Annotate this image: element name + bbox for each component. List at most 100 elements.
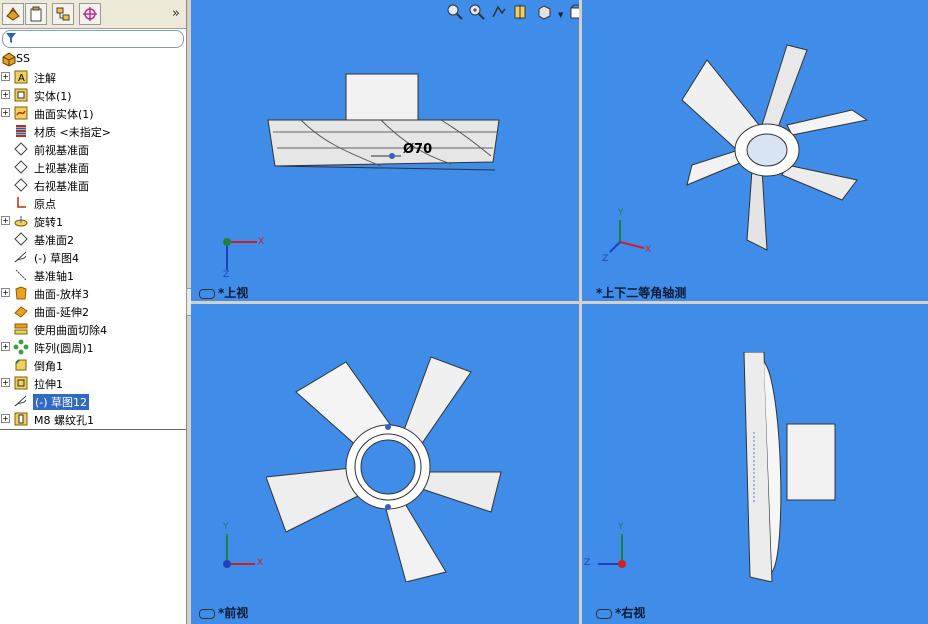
tree-item-label: 倒角1 [34, 360, 63, 373]
viewport-right[interactable]: Y Z *右视 [582, 304, 928, 624]
tree-item-label: 曲面-延伸2 [34, 306, 89, 319]
viewport-vertical-divider[interactable] [579, 0, 582, 624]
zoom-area-button[interactable] [468, 3, 488, 23]
plane-icon [14, 160, 28, 174]
expand-toggle[interactable]: + [1, 414, 10, 423]
sketch-icon [14, 251, 27, 263]
tree-item-label: 上视基准面 [34, 162, 89, 175]
viewport-isometric[interactable]: Y X Z *上下二等角轴测 [582, 0, 928, 301]
manager-tabs: » [0, 0, 186, 29]
link-icon[interactable] [596, 608, 612, 619]
feature-manager-icon [6, 7, 20, 21]
tree-item-label: 曲面-放样3 [34, 288, 89, 301]
expand-toggle[interactable]: + [1, 216, 10, 225]
axis-z-label: Z [223, 270, 230, 280]
tree-item-label: 旋转1 [34, 216, 63, 229]
material-icon [16, 125, 26, 137]
zoom-area-icon [469, 4, 485, 20]
axis-z-label: Z [602, 254, 609, 264]
more-tabs-button[interactable]: » [172, 6, 180, 21]
tree-item[interactable]: + M8 螺纹孔1 [0, 410, 186, 428]
tab-property-manager[interactable] [25, 3, 47, 25]
tab-dimxpert-manager[interactable] [79, 3, 101, 25]
previous-view-icon [492, 5, 506, 18]
link-icon[interactable] [199, 608, 215, 619]
impeller-isometric-view [681, 44, 869, 251]
viewport-right-label: *右视 [596, 604, 645, 621]
display-style-button[interactable] [568, 3, 579, 23]
tree-item[interactable]: 材质 <未指定> [0, 122, 186, 140]
surface-cut-icon [14, 323, 28, 335]
tab-feature-manager[interactable] [2, 3, 24, 25]
tree-item[interactable]: + 曲面-放样3 [0, 284, 186, 302]
tree-item[interactable]: + A 注解 [0, 68, 186, 86]
tree-divider [0, 429, 186, 430]
tree-item-label: 前视基准面 [34, 144, 89, 157]
configuration-manager-icon [56, 7, 70, 21]
filter-icon [6, 33, 16, 43]
surface-extend-icon [14, 306, 28, 318]
viewport-top[interactable]: ▼ ▼ ▼ ▼ ▼ Ø70 X Z *上视 [191, 0, 579, 301]
tree-item[interactable]: 曲面-延伸2 [0, 302, 186, 320]
tree-root[interactable]: SS [0, 50, 186, 68]
revolve-icon [14, 216, 28, 227]
expand-toggle[interactable]: + [1, 108, 10, 117]
previous-view-button[interactable] [490, 3, 510, 23]
tree-item[interactable]: + 曲面实体(1) [0, 104, 186, 122]
expand-toggle[interactable]: + [1, 90, 10, 99]
axis-y-label: Y [618, 522, 624, 532]
viewport-front-label: *前视 [199, 604, 248, 621]
tree-item[interactable]: 右视基准面 [0, 176, 186, 194]
viewport-horizontal-divider[interactable] [191, 301, 928, 304]
tree-item[interactable]: 使用曲面切除4 [0, 320, 186, 338]
viewport-top-label: *上视 [199, 284, 248, 301]
origin-icon [17, 197, 26, 208]
tree-item[interactable]: 基准轴1 [0, 266, 186, 284]
view-orientation-icon [538, 5, 551, 20]
axis-icon [15, 269, 27, 281]
impeller-front-view [266, 356, 502, 582]
plane-icon [14, 232, 28, 246]
link-icon[interactable] [199, 288, 215, 299]
extrude-icon [14, 376, 28, 390]
expand-toggle[interactable]: + [1, 378, 10, 387]
axis-triad [598, 534, 626, 568]
tree-item[interactable]: 基准面2 [0, 230, 186, 248]
crosshair-icon [83, 7, 97, 21]
tree-root-label: SS [16, 52, 30, 65]
zoom-to-fit-button[interactable] [446, 3, 466, 23]
tree-filter-input[interactable] [2, 30, 184, 48]
zoom-to-fit-icon [447, 4, 463, 20]
view-orientation-button[interactable] [536, 3, 556, 23]
tree-item[interactable]: (-) 草图4 [0, 248, 186, 266]
tree-item[interactable]: 上视基准面 [0, 158, 186, 176]
feature-manager-panel: » SS + A 注解 + 实体(1) + 曲面实体(1) 材质 <未指定> 前视基准面上视基准… [0, 0, 187, 624]
tab-configuration-manager[interactable] [52, 3, 74, 25]
part-icon [2, 52, 16, 67]
axis-x-label: X [645, 245, 652, 255]
section-view-button[interactable] [512, 3, 532, 23]
axis-z-label: Z [584, 558, 591, 568]
expand-toggle[interactable]: + [1, 288, 10, 297]
property-manager-icon [30, 6, 42, 22]
expand-toggle[interactable]: + [1, 342, 10, 351]
expand-toggle[interactable]: + [1, 72, 10, 81]
impeller-top-view [267, 73, 500, 171]
tree-item[interactable]: (-) 草图12 [0, 392, 186, 410]
tree-item[interactable]: + 阵列(圆周)1 [0, 338, 186, 356]
impeller-right-view [743, 352, 836, 582]
tree-item[interactable]: 原点 [0, 194, 186, 212]
tree-item-label: 原点 [34, 198, 56, 211]
tree-item[interactable]: 倒角1 [0, 356, 186, 374]
tree-item[interactable]: 前视基准面 [0, 140, 186, 158]
sketch-icon [14, 395, 27, 407]
tree-item[interactable]: + 拉伸1 [0, 374, 186, 392]
tree-item-label: 注解 [34, 72, 56, 85]
tree-item-label: 基准面2 [34, 234, 74, 247]
tree-item[interactable]: + 旋转1 [0, 212, 186, 230]
tree-item-label: 使用曲面切除4 [34, 324, 107, 337]
viewport-front[interactable]: Y X *前视 [191, 304, 579, 624]
tree-item[interactable]: + 实体(1) [0, 86, 186, 104]
surface-body-icon [14, 106, 28, 120]
diameter-dimension[interactable]: Ø70 [403, 142, 432, 157]
